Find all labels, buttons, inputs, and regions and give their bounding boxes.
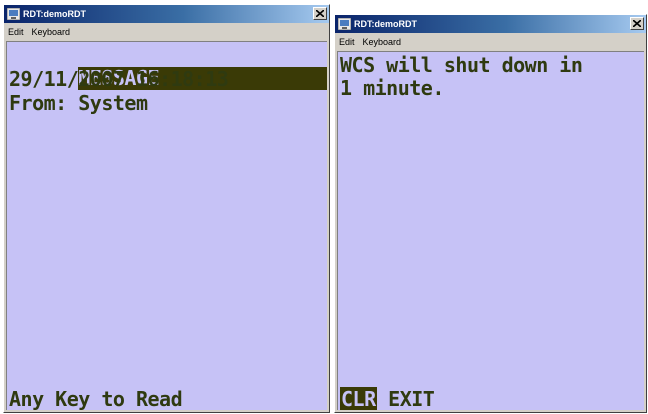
footer-actions: CLR EXIT: [340, 387, 435, 411]
exit-label[interactable]: EXIT: [388, 387, 435, 411]
title-bar[interactable]: RDT:demoRDT: [4, 5, 329, 23]
message-datetime: 29/11/2007 16:18:13: [9, 67, 229, 91]
rdt-window-left: RDT:demoRDT Edit Keyboard MESSAGE 29/11/…: [3, 4, 330, 413]
title-bar[interactable]: RDT:demoRDT: [335, 15, 646, 33]
rdt-window-right: RDT:demoRDT Edit Keyboard WCS will shut …: [334, 14, 647, 413]
message-from: From: System: [9, 91, 148, 115]
clr-key-button[interactable]: CLR: [340, 387, 377, 410]
close-button[interactable]: [313, 7, 327, 20]
close-button[interactable]: [630, 17, 644, 30]
window-title: RDT:demoRDT: [23, 9, 86, 19]
footer-prompt: Any Key to Read: [9, 387, 183, 411]
menu-bar: Edit Keyboard: [335, 33, 646, 50]
menu-edit[interactable]: Edit: [4, 27, 28, 37]
window-title: RDT:demoRDT: [354, 19, 417, 29]
menu-edit[interactable]: Edit: [335, 37, 359, 47]
terminal-screen[interactable]: WCS will shut down in 1 minute. CLR EXIT: [337, 51, 644, 410]
menu-keyboard[interactable]: Keyboard: [359, 37, 406, 47]
message-text-line1: WCS will shut down in: [340, 53, 583, 77]
app-icon: [7, 8, 20, 20]
close-icon: [316, 10, 324, 17]
message-text-line2: 1 minute.: [340, 76, 444, 100]
menu-keyboard[interactable]: Keyboard: [28, 27, 75, 37]
terminal-screen[interactable]: MESSAGE 29/11/2007 16:18:13 From: System…: [6, 41, 327, 410]
close-icon: [633, 20, 641, 27]
app-icon: [338, 18, 351, 30]
menu-bar: Edit Keyboard: [4, 23, 329, 40]
